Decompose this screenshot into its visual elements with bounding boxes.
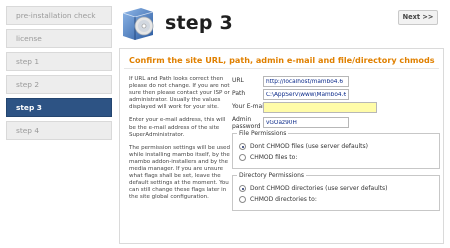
url-label: URL bbox=[232, 77, 244, 84]
dir-chmod-custom-option[interactable]: CHMOD directories to: bbox=[239, 195, 435, 206]
directory-permissions-group: Directory Permissions Dont CHMOD directo… bbox=[232, 172, 440, 211]
help-paragraph-permissions: The permission settings will be used whi… bbox=[129, 144, 230, 201]
sidebar-item-step-4[interactable]: step 4 bbox=[6, 121, 112, 140]
page-title: step 3 bbox=[165, 12, 233, 34]
radio-selected-icon[interactable] bbox=[239, 143, 246, 150]
sidebar-item-step-2[interactable]: step 2 bbox=[6, 75, 112, 94]
email-row: Your E-mail bbox=[232, 102, 440, 114]
dir-chmod-custom-label: CHMOD directories to: bbox=[250, 196, 317, 203]
admin-password-input[interactable] bbox=[263, 117, 349, 128]
sidebar: pre-installation check license step 1 st… bbox=[6, 6, 112, 246]
header: step 3 Next >> bbox=[119, 4, 444, 44]
path-row: Path bbox=[232, 89, 440, 101]
email-label: Your E-mail bbox=[232, 103, 266, 110]
divider bbox=[124, 68, 439, 69]
file-chmod-default-label: Dont CHMOD files (use server defaults) bbox=[250, 143, 368, 150]
help-paragraph-email: Enter your e-mail address, this will be … bbox=[129, 117, 226, 138]
sidebar-item-step-1[interactable]: step 1 bbox=[6, 52, 112, 71]
file-permissions-legend: File Permissions bbox=[237, 130, 289, 137]
url-row: URL bbox=[232, 76, 440, 88]
site-config-form: URL Path Your E-mail Admin password File… bbox=[232, 76, 440, 211]
cd-box-icon bbox=[122, 8, 154, 40]
admin-password-row: Admin password bbox=[232, 115, 440, 130]
file-chmod-default-option[interactable]: Dont CHMOD files (use server defaults) bbox=[239, 142, 435, 153]
main-panel: Confirm the site URL, path, admin e-mail… bbox=[119, 48, 444, 244]
path-label: Path bbox=[232, 90, 246, 97]
sidebar-item-pre-installation-check[interactable]: pre-installation check bbox=[6, 6, 112, 25]
file-permissions-group: File Permissions Dont CHMOD files (use s… bbox=[232, 130, 440, 169]
dir-chmod-default-option[interactable]: Dont CHMOD directories (use server defau… bbox=[239, 184, 435, 195]
sidebar-item-step-3[interactable]: step 3 bbox=[6, 98, 112, 117]
radio-unselected-icon[interactable] bbox=[239, 154, 246, 161]
email-input[interactable] bbox=[263, 102, 377, 113]
admin-password-label: Admin password bbox=[232, 116, 261, 130]
help-paragraph-url: If URL and Path looks correct then pleas… bbox=[129, 76, 230, 111]
file-chmod-custom-label: CHMOD files to: bbox=[250, 154, 298, 161]
section-subtitle: Confirm the site URL, path, admin e-mail… bbox=[129, 55, 435, 65]
path-input[interactable] bbox=[263, 89, 349, 100]
directory-permissions-legend: Directory Permissions bbox=[237, 172, 307, 179]
url-input[interactable] bbox=[263, 76, 349, 87]
next-button[interactable]: Next >> bbox=[398, 10, 438, 25]
radio-unselected-icon[interactable] bbox=[239, 196, 246, 203]
sidebar-item-license[interactable]: license bbox=[6, 29, 112, 48]
help-text: If URL and Path looks correct then pleas… bbox=[129, 76, 231, 208]
dir-chmod-default-label: Dont CHMOD directories (use server defau… bbox=[250, 185, 388, 192]
radio-selected-icon[interactable] bbox=[239, 185, 246, 192]
file-chmod-custom-option[interactable]: CHMOD files to: bbox=[239, 153, 435, 164]
